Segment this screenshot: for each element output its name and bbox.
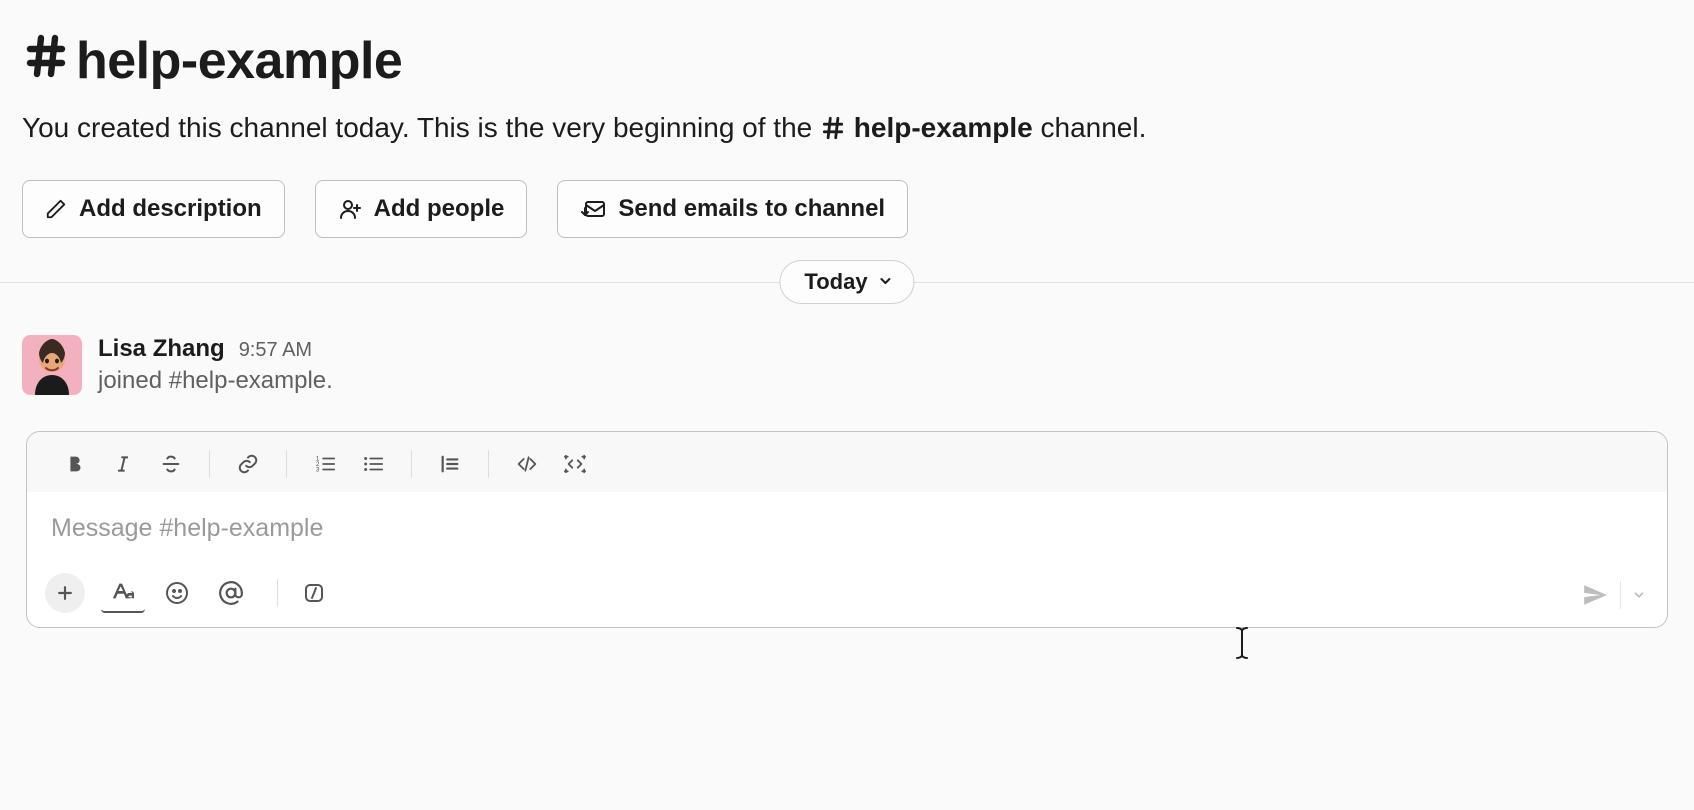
event-text: Lisa Zhang 9:57 AM joined #help-example. (98, 335, 333, 395)
send-group (1574, 577, 1653, 613)
event-timestamp[interactable]: 9:57 AM (239, 339, 312, 362)
ordered-list-button[interactable]: 123 (301, 446, 349, 482)
mention-button[interactable] (209, 573, 253, 613)
bullet-list-button[interactable] (349, 446, 397, 482)
toolbar-separator (286, 450, 287, 478)
event-message: joined #help-example. (98, 367, 333, 395)
toolbar-separator (411, 450, 412, 478)
blockquote-button[interactable] (426, 446, 474, 482)
toolbar-separator (277, 579, 278, 607)
date-divider: Today (0, 282, 1694, 283)
send-emails-label: Send emails to channel (618, 195, 885, 223)
chevron-down-icon (878, 269, 894, 295)
system-event: Lisa Zhang 9:57 AM joined #help-example. (22, 335, 1672, 395)
italic-button[interactable] (99, 446, 147, 482)
format-toolbar: 123 (27, 432, 1667, 492)
channel-view: help-example You created this channel to… (0, 0, 1694, 810)
send-emails-button[interactable]: Send emails to channel (557, 180, 908, 238)
attach-button[interactable] (45, 573, 85, 613)
strikethrough-button[interactable] (147, 446, 195, 482)
event-username[interactable]: Lisa Zhang (98, 335, 225, 363)
email-to-channel-icon (580, 197, 606, 221)
channel-intro: You created this channel today. This is … (22, 109, 1672, 147)
date-pill[interactable]: Today (779, 260, 914, 304)
link-button[interactable] (224, 446, 272, 482)
date-label: Today (804, 269, 867, 295)
add-description-button[interactable]: Add description (22, 180, 285, 238)
toolbar-separator (488, 450, 489, 478)
channel-name: help-example (76, 34, 402, 89)
toolbar-separator (1620, 581, 1621, 609)
text-cursor-icon (1232, 626, 1252, 665)
add-people-label: Add people (374, 195, 505, 223)
intro-channel-name: help-example (854, 112, 1033, 143)
svg-text:3: 3 (316, 467, 320, 474)
channel-title: help-example (22, 32, 1672, 91)
toolbar-separator (209, 450, 210, 478)
format-toggle-button[interactable] (101, 573, 145, 613)
message-input[interactable]: Message #help-example (27, 492, 1667, 567)
send-options-button[interactable] (1625, 577, 1653, 613)
hash-icon (22, 32, 70, 91)
code-button[interactable] (503, 446, 551, 482)
send-button[interactable] (1574, 577, 1616, 613)
channel-action-row: Add description Add people (22, 180, 1672, 238)
intro-suffix: channel. (1041, 112, 1147, 143)
add-description-label: Add description (79, 195, 262, 223)
shortcuts-button[interactable] (292, 573, 336, 613)
pencil-icon (45, 198, 67, 220)
bold-button[interactable] (51, 446, 99, 482)
composer-bottom-bar (27, 567, 1667, 627)
codeblock-button[interactable] (551, 446, 599, 482)
add-person-icon (338, 197, 362, 221)
add-people-button[interactable]: Add people (315, 180, 528, 238)
hash-icon (820, 112, 854, 143)
message-composer: 123 Message #help-example (26, 431, 1668, 628)
intro-prefix: You created this channel today. This is … (22, 112, 820, 143)
avatar[interactable] (22, 335, 82, 395)
emoji-button[interactable] (155, 573, 199, 613)
